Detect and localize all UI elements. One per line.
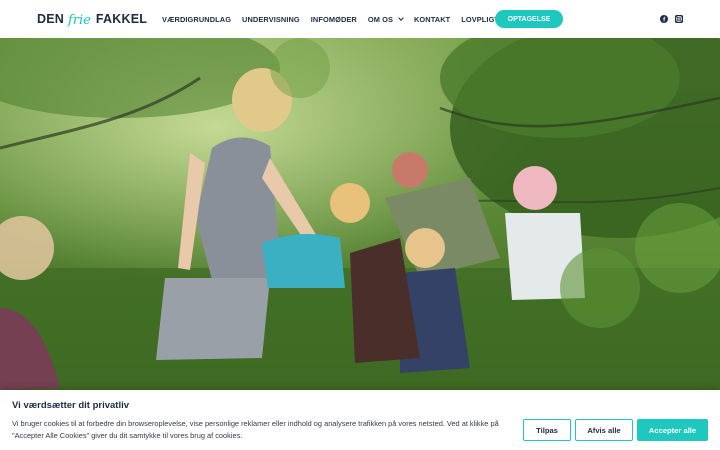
hero-photo [0,38,720,390]
accept-all-button[interactable]: Accepter alle [637,419,708,441]
facebook-icon[interactable] [660,15,668,23]
logo-word-den: DEN [37,12,64,26]
nav-item-vaerdigrundlag[interactable]: VÆRDIGRUNDLAG [162,11,231,27]
site-logo[interactable]: DEN frie FAKKEL [37,6,147,32]
optagelse-button[interactable]: OPTAGELSE [495,10,563,28]
nav-item-infomoeder[interactable]: INFOMØDER [311,11,357,27]
nav-label: KONTAKT [414,14,451,24]
cookie-title: Vi værdsætter dit privatliv [12,400,130,411]
nav-label: VÆRDIGRUNDLAG [162,14,232,24]
site-header: DEN frie FAKKEL VÆRDIGRUNDLAG UNDERVISNI… [0,0,720,38]
nav-item-kontakt[interactable]: KONTAKT [414,11,450,27]
cookie-text: Vi bruger cookies til at forbedre din br… [12,419,499,440]
hero-meadow-image [0,38,720,390]
nav-label: INFOMØDER [310,14,357,24]
customize-button[interactable]: Tilpas [523,419,571,441]
logo-word-fakkel: FAKKEL [95,12,148,26]
main-nav: VÆRDIGRUNDLAG UNDERVISNING INFOMØDER OM … [162,11,548,27]
nav-label: UNDERVISNING [242,14,300,24]
chevron-down-icon [398,14,404,21]
reject-all-button[interactable]: Afvis alle [575,419,633,441]
nav-label: OM OS [367,14,393,24]
nav-item-undervisning[interactable]: UNDERVISNING [242,11,300,27]
nav-item-om-os[interactable]: OM OS [367,11,404,27]
instagram-icon[interactable] [675,15,683,23]
logo-script-frie: frie [68,12,91,28]
